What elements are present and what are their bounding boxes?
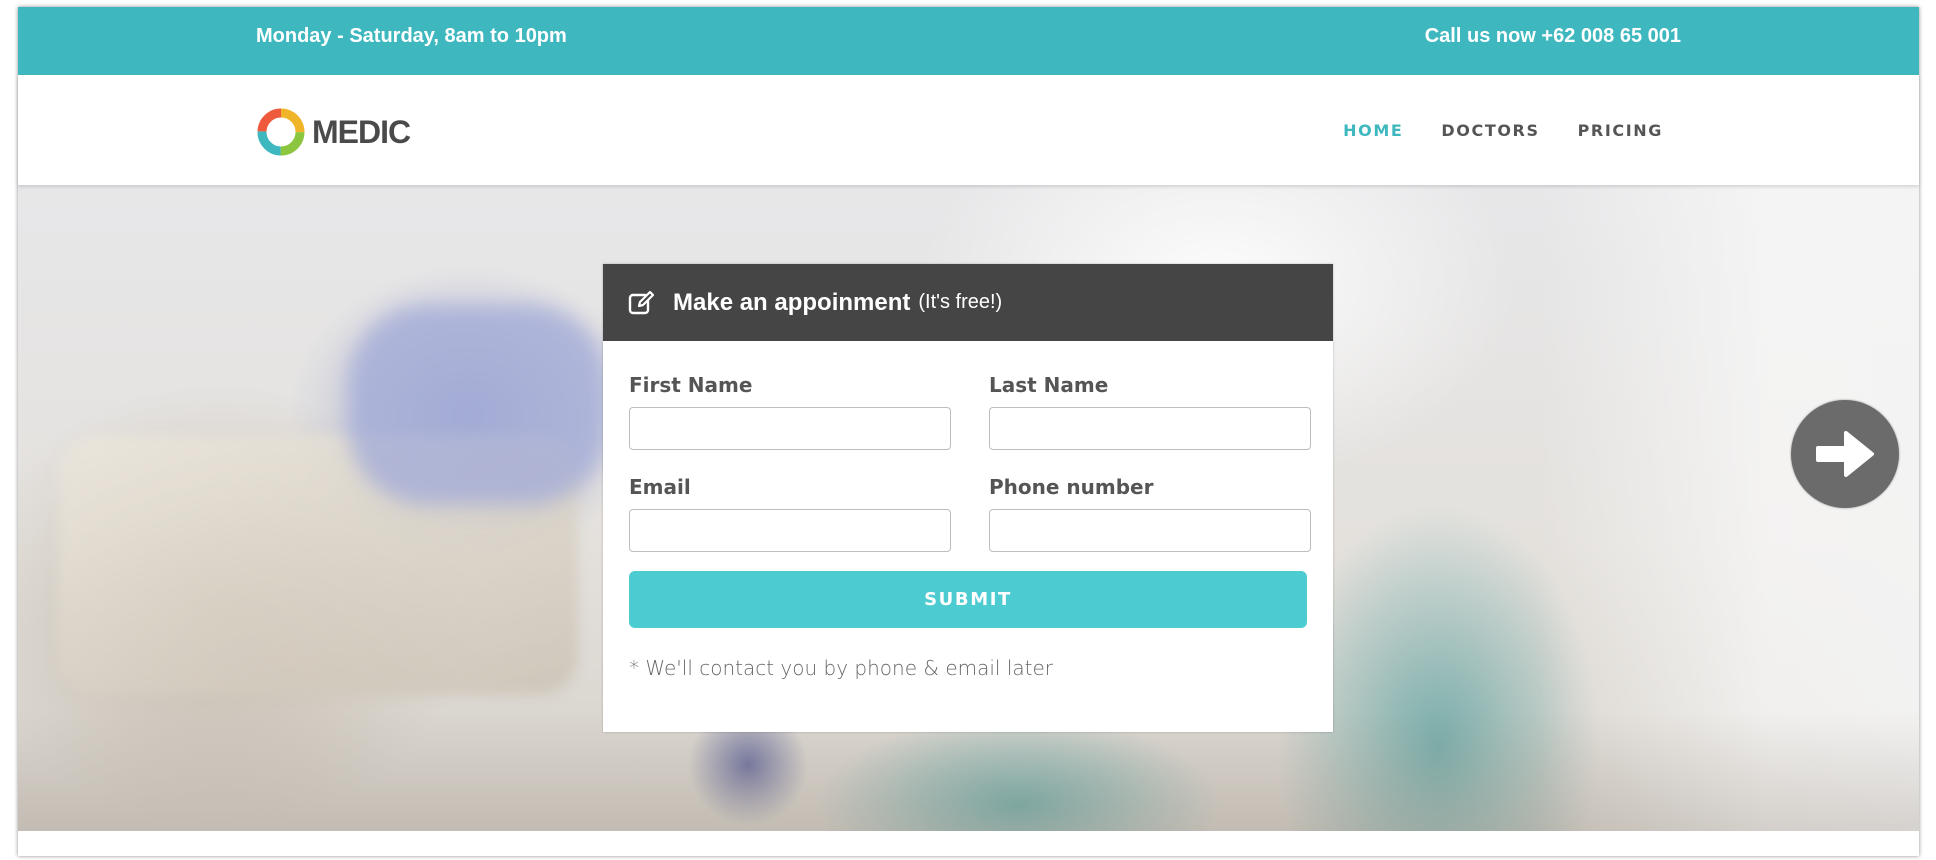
nav-home[interactable]: HOME	[1343, 121, 1403, 140]
nav-pricing[interactable]: PRICING	[1578, 121, 1663, 140]
nav-doctors[interactable]: DOCTORS	[1441, 121, 1539, 140]
contact-note: * We'll contact you by phone & email lat…	[629, 656, 1054, 680]
brand-name: MEDIC	[312, 113, 411, 150]
appointment-form-header: Make an appoinment (It's free!)	[603, 264, 1333, 341]
phone-label: Phone number	[989, 475, 1154, 499]
phone-input[interactable]	[989, 509, 1311, 552]
first-name-input[interactable]	[629, 407, 951, 450]
last-name-label: Last Name	[989, 373, 1109, 397]
main-navbar: MEDIC HOME DOCTORS PRICING	[18, 75, 1919, 185]
submit-button[interactable]: SUBMIT	[629, 571, 1307, 628]
last-name-input[interactable]	[989, 407, 1311, 450]
hero-section: Make an appoinment (It's free!) First Na…	[18, 185, 1919, 831]
hero-background-shape	[348, 305, 608, 505]
top-info-bar: Monday - Saturday, 8am to 10pm Call us n…	[18, 7, 1919, 75]
email-label: Email	[629, 475, 691, 499]
opening-hours: Monday - Saturday, 8am to 10pm	[256, 25, 567, 47]
appointment-subtitle: (It's free!)	[918, 291, 1003, 313]
arrow-right-icon	[1816, 431, 1874, 477]
appointment-title: Make an appoinment	[673, 288, 911, 316]
appointment-form-card: Make an appoinment (It's free!) First Na…	[603, 264, 1333, 732]
phone-contact: Call us now +62 008 65 001	[1424, 25, 1681, 47]
ring-logo-icon	[257, 108, 305, 156]
brand-logo[interactable]: MEDIC	[256, 107, 411, 157]
page-frame: Monday - Saturday, 8am to 10pm Call us n…	[18, 7, 1919, 856]
email-input[interactable]	[629, 509, 951, 552]
primary-nav: HOME DOCTORS PRICING	[1343, 121, 1663, 140]
next-slide-button[interactable]	[1791, 400, 1899, 508]
first-name-label: First Name	[629, 373, 753, 397]
edit-icon	[628, 290, 655, 314]
